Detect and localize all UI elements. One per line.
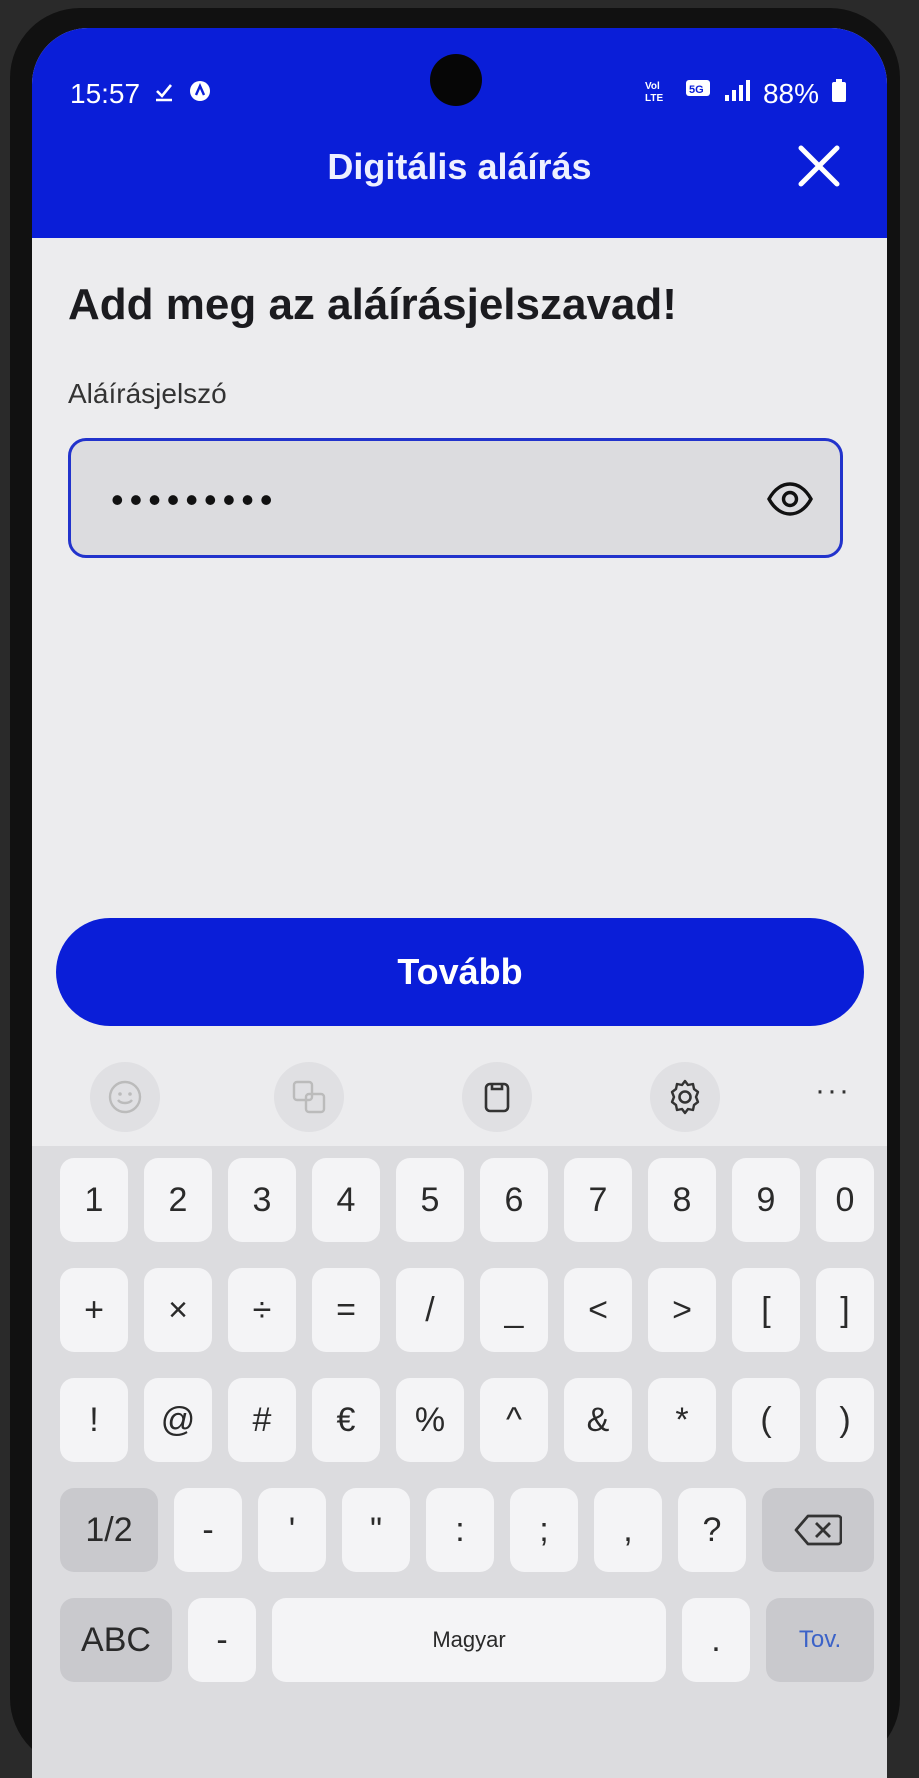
key[interactable]: 1 [60,1158,128,1242]
key[interactable]: € [312,1378,380,1462]
backspace-icon [794,1514,842,1546]
5g-icon: 5G [685,78,711,111]
key[interactable]: 2 [144,1158,212,1242]
key[interactable]: % [396,1378,464,1462]
key[interactable]: 6 [480,1158,548,1242]
keyboard-settings-button[interactable] [650,1062,720,1132]
key[interactable]: ? [678,1488,746,1572]
key[interactable]: ] [816,1268,874,1352]
key[interactable]: , [594,1488,662,1572]
translate-button[interactable] [274,1062,344,1132]
key[interactable]: 9 [732,1158,800,1242]
key[interactable]: 7 [564,1158,632,1242]
more-options-button[interactable]: ··· [815,1074,851,1108]
key[interactable]: " [342,1488,410,1572]
key[interactable]: < [564,1268,632,1352]
key[interactable]: @ [144,1378,212,1462]
download-check-icon [152,78,176,110]
space-key[interactable]: Magyar [272,1598,666,1682]
svg-text:5G: 5G [689,84,704,96]
form-heading: Add meg az aláírásjelszavad! [68,280,677,329]
key[interactable]: 4 [312,1158,380,1242]
symbol-page-key[interactable]: 1/2 [60,1488,158,1572]
front-camera [430,54,482,106]
clipboard-icon [484,1082,510,1113]
abc-key[interactable]: ABC [60,1598,172,1682]
status-time: 15:57 [70,78,141,109]
keyboard-toolbar: ··· [32,1058,887,1136]
key[interactable]: ÷ [228,1268,296,1352]
key[interactable]: & [564,1378,632,1462]
key[interactable]: ( [732,1378,800,1462]
password-label: Aláírásjelszó [68,378,227,409]
key[interactable]: # [228,1378,296,1462]
page-title: Digitális aláírás [327,146,592,187]
key[interactable]: 3 [228,1158,296,1242]
continue-button[interactable]: Tovább [56,918,864,1026]
key[interactable]: ! [60,1378,128,1462]
key[interactable]: ; [510,1488,578,1572]
phone-frame: 15:57 Vol LTE 5G 88% Digitális aláírás A… [10,8,900,1778]
key[interactable]: 8 [648,1158,716,1242]
key[interactable]: . [682,1598,750,1682]
password-value: ••••••••• [111,479,279,520]
key[interactable]: + [60,1268,128,1352]
volte-icon: Vol LTE [645,78,673,111]
clipboard-button[interactable] [462,1062,532,1132]
screen: 15:57 Vol LTE 5G 88% Digitális aláírás A… [32,28,887,1778]
key[interactable]: ) [816,1378,874,1462]
app-bar: 15:57 Vol LTE 5G 88% Digitális aláírás [32,28,887,238]
key[interactable]: ^ [480,1378,548,1462]
status-right: Vol LTE 5G 88% [645,78,847,111]
gear-icon [670,1079,700,1115]
key[interactable]: 5 [396,1158,464,1242]
svg-text:LTE: LTE [645,93,663,104]
notification-app-icon [188,78,212,110]
signal-icon [723,78,751,110]
key[interactable]: 0 [816,1158,874,1242]
close-icon [798,145,840,187]
battery-level: 88% [762,78,819,109]
key[interactable]: - [188,1598,256,1682]
key[interactable]: / [396,1268,464,1352]
key[interactable]: × [144,1268,212,1352]
emoji-button[interactable] [90,1062,160,1132]
emoji-icon [108,1080,142,1114]
password-field[interactable]: ••••••••• [68,438,843,558]
key[interactable]: * [648,1378,716,1462]
eye-icon [767,482,813,516]
key[interactable]: [ [732,1268,800,1352]
key[interactable]: _ [480,1268,548,1352]
translate-icon [292,1080,326,1114]
key[interactable]: - [174,1488,242,1572]
keyboard: 1 2 3 4 5 6 7 8 9 0 + × ÷ = / _ < > [ ] … [32,1146,887,1778]
key[interactable]: : [426,1488,494,1572]
svg-text:Vol: Vol [645,81,660,92]
key[interactable]: = [312,1268,380,1352]
close-button[interactable] [791,138,847,194]
backspace-key[interactable] [762,1488,874,1572]
key[interactable]: > [648,1268,716,1352]
status-left: 15:57 [70,78,212,110]
key[interactable]: ' [258,1488,326,1572]
next-key[interactable]: Tov. [766,1598,874,1682]
show-password-button[interactable] [766,475,814,523]
battery-icon [831,78,847,111]
